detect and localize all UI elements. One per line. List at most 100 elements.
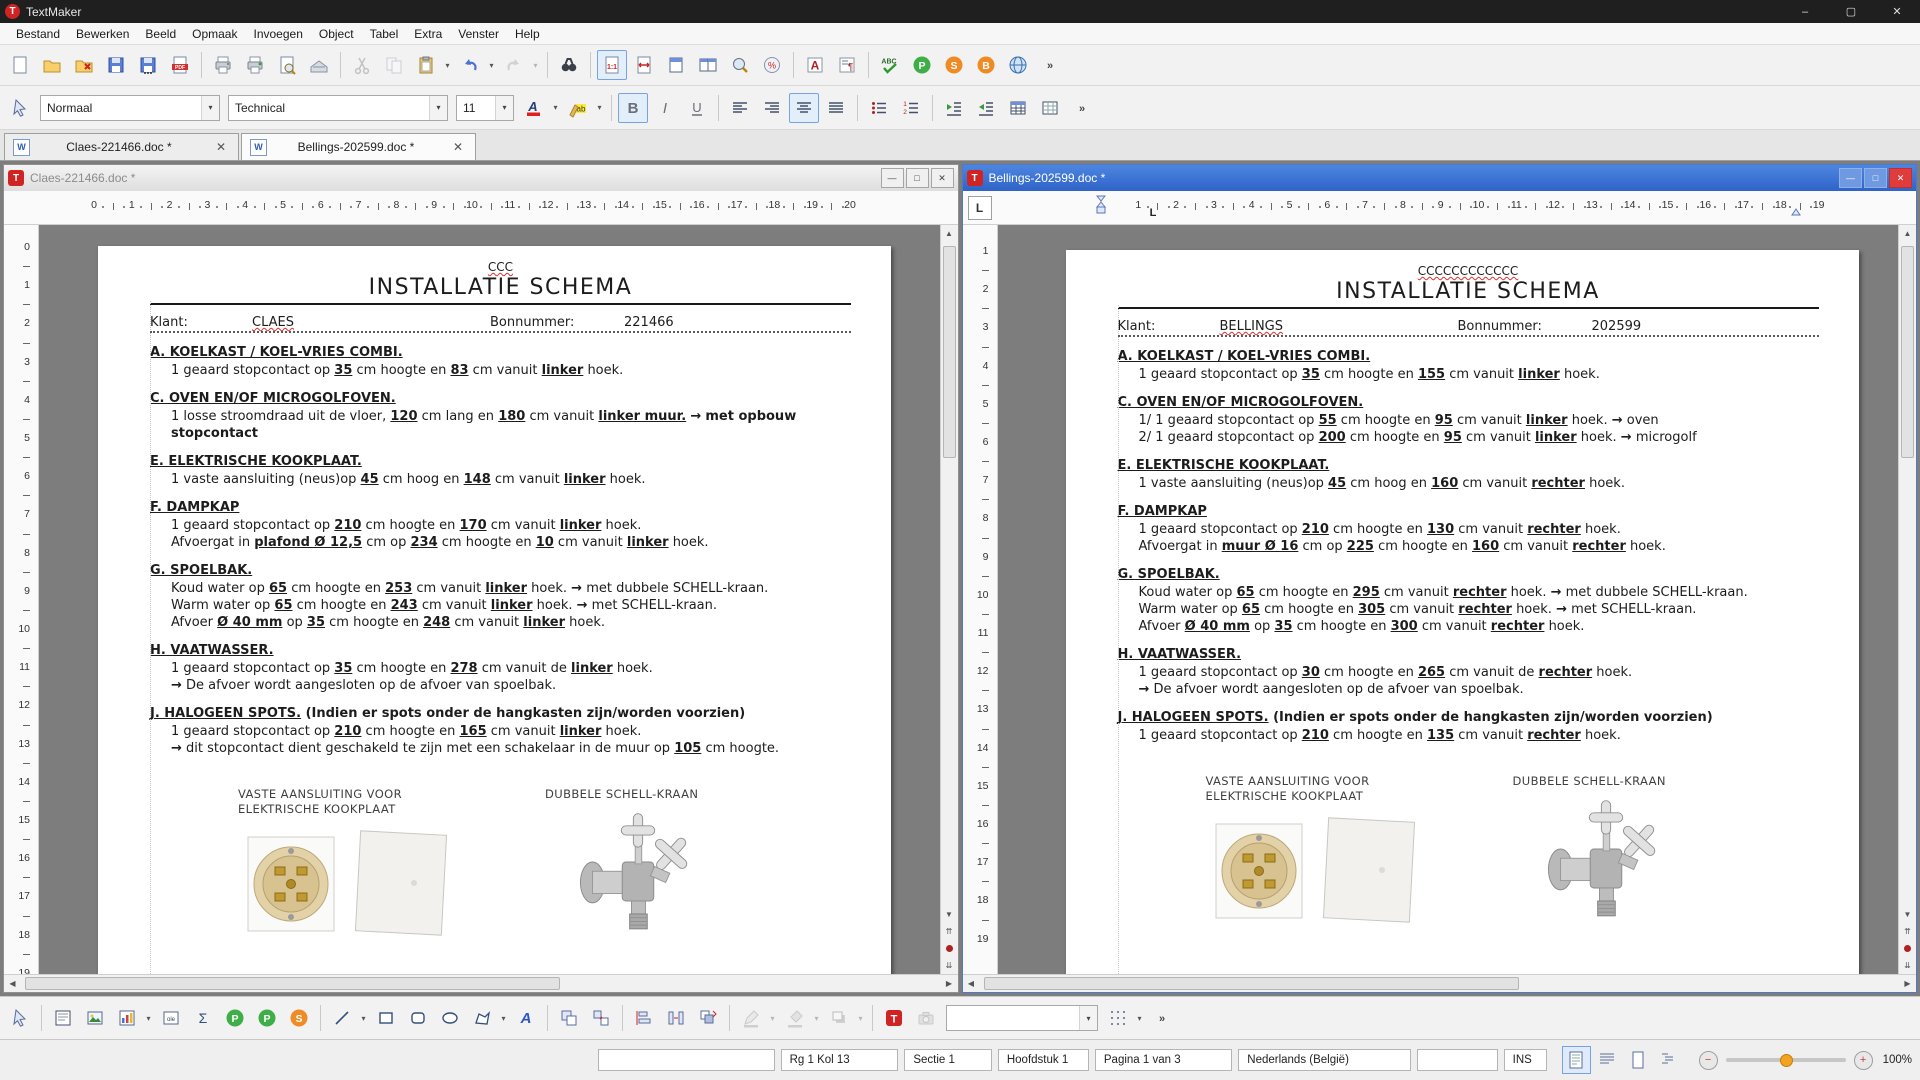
normal-view-icon[interactable] [1593,1046,1622,1074]
group-objects-icon[interactable] [554,1003,584,1033]
browse-object-icon[interactable] [1899,940,1916,957]
chevron-down-icon[interactable]: ▾ [201,96,219,120]
menu-invoegen[interactable]: Invoegen [245,25,310,43]
menu-venster[interactable]: Venster [450,25,507,43]
underline-icon[interactable]: U [682,93,712,123]
overflow-icon[interactable]: » [1067,93,1097,123]
chevron-down-icon[interactable]: ▾ [429,96,447,120]
zoom-tool-icon[interactable] [725,50,755,80]
vertical-scrollbar[interactable]: ▲▼⇈⇊ [940,225,958,974]
menu-bestand[interactable]: Bestand [8,25,68,43]
child-close-button[interactable]: ✕ [1889,168,1912,188]
pointer-icon[interactable] [5,93,35,123]
menu-bewerken[interactable]: Bewerken [68,25,137,43]
bold-icon[interactable]: B [618,93,648,123]
menu-opmaak[interactable]: Opmaak [184,25,245,43]
overflow-icon[interactable]: » [1147,1003,1177,1033]
formula-icon[interactable]: Σ [188,1003,218,1033]
page-view-icon[interactable] [661,50,691,80]
child-window-titlebar[interactable]: TClaes-221466.doc *—□✕ [4,165,958,191]
zoom-out-button[interactable]: − [1699,1051,1718,1070]
document-page[interactable]: CCCINSTALLATIE SCHEMAKlant:CLAESBonnumme… [98,246,891,974]
softmaker-object-icon[interactable]: S [284,1003,314,1033]
scroll-track[interactable] [941,242,958,906]
browse-object-icon[interactable] [941,940,958,957]
tab-close-icon[interactable]: ✕ [214,140,228,154]
undo-icon[interactable] [455,50,485,80]
zoom-100-icon[interactable]: 1:1 [597,50,627,80]
italic-icon[interactable]: I [650,93,680,123]
draw-ellipse-icon[interactable] [435,1003,465,1033]
distribute-objects-icon[interactable] [661,1003,691,1033]
previous-page-icon[interactable]: ⇈ [1899,923,1916,940]
indent-marker[interactable] [1096,195,1106,218]
zoom-slider[interactable]: − + [1699,1051,1873,1070]
scroll-down-icon[interactable]: ▼ [941,906,958,923]
maximize-button[interactable]: ▢ [1828,0,1874,23]
chart-icon[interactable] [112,1003,142,1033]
spellcheck-icon[interactable]: ABC [875,50,905,80]
document-page[interactable]: CCCCCCCCCCCCINSTALLATIE SCHEMAKlant:BELL… [1066,250,1859,974]
basicmaker-icon[interactable]: B [971,50,1001,80]
scroll-up-icon[interactable]: ▲ [941,225,958,242]
menu-tabel[interactable]: Tabel [362,25,407,43]
object-combo[interactable]: ▾ [946,1005,1098,1031]
child-minimize-button[interactable]: — [881,168,904,188]
web-icon[interactable] [1003,50,1033,80]
scroll-right-icon[interactable]: ▶ [941,975,958,992]
scroll-up-icon[interactable]: ▲ [1899,225,1916,242]
planmaker-object-icon[interactable]: P [220,1003,250,1033]
horizontal-scrollbar[interactable]: ◀▶ [4,974,958,992]
bullet-list-icon[interactable] [864,93,894,123]
fit-width-icon[interactable] [629,50,659,80]
save-all-icon[interactable] [133,50,163,80]
save-icon[interactable] [101,50,131,80]
highlight-dropdown[interactable]: ▾ [594,94,605,122]
horizontal-scrollbar[interactable]: ◀▶ [963,974,1917,992]
document-tab[interactable]: WBellings-202599.doc *✕ [241,133,476,160]
font-combo[interactable]: Technical ▾ [228,95,448,121]
scan-icon[interactable] [304,50,334,80]
scroll-track[interactable] [1899,242,1916,906]
font-size-combo[interactable]: 11 ▾ [456,95,514,121]
export-pdf-icon[interactable]: PDF [165,50,195,80]
paragraph-style-combo[interactable]: Normaal ▾ [40,95,220,121]
fullpage-view-icon[interactable] [1624,1046,1653,1074]
grid-settings-icon[interactable] [1103,1003,1133,1033]
scroll-left-icon[interactable]: ◀ [4,975,21,992]
textart-icon[interactable]: A [511,1003,541,1033]
outline-view-icon[interactable] [1655,1046,1684,1074]
align-left-icon[interactable] [725,93,755,123]
child-close-button[interactable]: ✕ [931,168,954,188]
table-grid-icon[interactable] [1035,93,1065,123]
menu-object[interactable]: Object [311,25,362,43]
draw-line-dropdown[interactable]: ▾ [358,1004,369,1032]
next-page-icon[interactable]: ⇊ [1899,957,1916,974]
close-button[interactable]: ✕ [1874,0,1920,23]
paste-icon[interactable] [411,50,441,80]
new-document-icon[interactable] [5,50,35,80]
scroll-track[interactable] [21,975,941,992]
previous-page-icon[interactable]: ⇈ [941,923,958,940]
grid-settings-dropdown[interactable]: ▾ [1134,1004,1145,1032]
facing-pages-icon[interactable] [693,50,723,80]
increase-indent-icon[interactable] [971,93,1001,123]
overflow-icon[interactable]: » [1035,50,1065,80]
scroll-down-icon[interactable]: ▼ [1899,906,1916,923]
align-center-icon[interactable] [789,93,819,123]
scroll-left-icon[interactable]: ◀ [963,975,980,992]
character-icon[interactable]: A [800,50,830,80]
minimize-button[interactable]: – [1782,0,1828,23]
draw-polygon-dropdown[interactable]: ▾ [498,1004,509,1032]
numbered-list-icon[interactable]: 12 [896,93,926,123]
scroll-right-icon[interactable]: ▶ [1899,975,1916,992]
pointer-icon[interactable] [5,1003,35,1033]
ole-object-icon[interactable]: ole [156,1003,186,1033]
print-preview-icon[interactable] [272,50,302,80]
document-tab[interactable]: WClaes-221466.doc *✕ [4,133,239,160]
undo-dropdown[interactable]: ▾ [486,51,497,79]
scroll-thumb[interactable] [25,977,560,990]
paste-dropdown[interactable]: ▾ [442,51,453,79]
layout-view-icon[interactable] [1562,1046,1591,1074]
zoom-percent-icon[interactable]: % [757,50,787,80]
